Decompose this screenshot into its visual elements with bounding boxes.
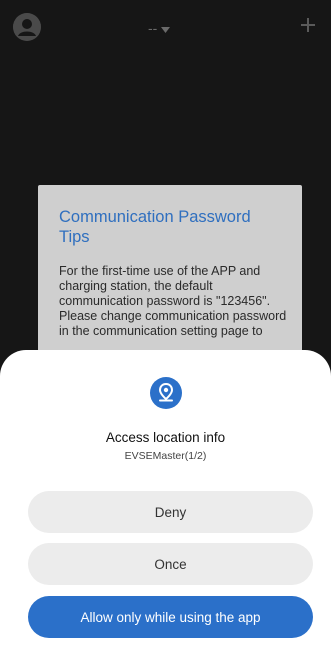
tips-body: For the first-time use of the APP and ch…: [59, 264, 287, 338]
permission-title: Access location info: [105, 430, 226, 445]
plus-icon: [299, 13, 317, 40]
permission-subtitle: EVSEMaster(1/2): [124, 450, 207, 462]
tips-title: Communication Password Tips: [59, 208, 251, 246]
top-bar: --: [0, 0, 331, 56]
station-select-label: --: [148, 20, 158, 36]
location-pin-icon: [150, 377, 182, 409]
deny-button[interactable]: Deny: [28, 491, 313, 533]
location-permission-sheet: Access location info EVSEMaster(1/2) Den…: [0, 350, 331, 658]
allow-while-using-button[interactable]: Allow only while using the app: [28, 596, 313, 638]
caret-down-icon: [161, 20, 171, 36]
once-button[interactable]: Once: [28, 543, 313, 585]
station-select[interactable]: --: [148, 18, 171, 38]
add-station-button[interactable]: [297, 16, 319, 38]
user-avatar-icon[interactable]: [13, 13, 41, 41]
